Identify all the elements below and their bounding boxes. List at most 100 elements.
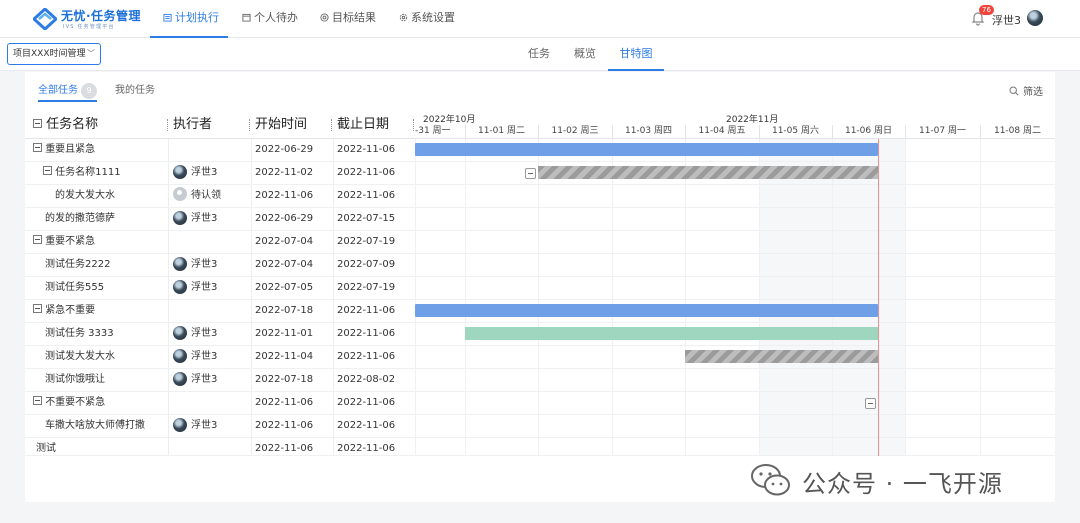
app-logo[interactable]: 无忧·任务管理 IVS 任务管理平台 bbox=[33, 6, 151, 32]
table-row[interactable]: 紧急不重要 2022-07-18 2022-11-06 bbox=[25, 300, 1055, 323]
task-name-cell: 测试 bbox=[36, 443, 56, 454]
column-resize-handle[interactable] bbox=[331, 119, 332, 131]
collapse-group-icon[interactable] bbox=[33, 143, 42, 152]
nav-target-result[interactable]: 目标结果 bbox=[320, 0, 376, 38]
target-icon bbox=[320, 13, 329, 22]
gantt-bar-group[interactable] bbox=[415, 304, 878, 317]
table-row[interactable]: 测试任务2222 浮世3 2022-07-04 2022-07-09 bbox=[25, 254, 1055, 277]
user-area: 76 浮世3 bbox=[970, 5, 1050, 30]
project-select-value: 项目XXX时间管理 bbox=[13, 49, 86, 59]
end-date-cell: 2022-11-06 bbox=[337, 351, 396, 362]
table-header: 任务名称 执行者 开始时间 截止日期 2022年10月 2022年11月 -31… bbox=[25, 112, 1055, 139]
table-row[interactable]: 测试任务555 浮世3 2022-07-05 2022-07-19 bbox=[25, 277, 1055, 300]
nav-system-settings[interactable]: 系统设置 bbox=[399, 0, 455, 38]
logo-icon bbox=[33, 8, 57, 30]
tab-gantt[interactable]: 甘特图 bbox=[608, 38, 664, 71]
task-name-cell: 测试任务2222 bbox=[45, 259, 111, 270]
owner-cell: 浮世3 bbox=[173, 254, 217, 276]
collapse-subtask-icon[interactable] bbox=[43, 166, 52, 175]
logo-title: 无忧·任务管理 bbox=[61, 9, 142, 23]
avatar bbox=[173, 372, 187, 386]
collapse-all-icon[interactable] bbox=[33, 119, 42, 128]
gantt-collapse-icon[interactable] bbox=[525, 168, 536, 179]
avatar bbox=[173, 280, 187, 294]
watermark-text: 公众号 · 一飞开源 bbox=[802, 470, 1003, 498]
avatar bbox=[173, 257, 187, 271]
gantt-bar-task[interactable] bbox=[538, 166, 878, 179]
gantt-bar-task[interactable] bbox=[465, 327, 878, 340]
start-date-cell: 2022-11-06 bbox=[255, 397, 314, 408]
column-resize-handle[interactable] bbox=[249, 119, 250, 131]
task-name-cell: 任务名称1111 bbox=[43, 162, 121, 184]
project-select[interactable]: 项目XXX时间管理 ﹀ bbox=[7, 43, 101, 65]
gantt-bar-task[interactable] bbox=[685, 350, 878, 363]
collapse-group-icon[interactable] bbox=[33, 396, 42, 405]
table-row[interactable]: 任务名称1111 浮世3 2022-11-02 2022-11-06 bbox=[25, 162, 1055, 185]
avatar bbox=[173, 165, 187, 179]
header-start: 开始时间 bbox=[255, 117, 308, 132]
table-row[interactable]: 测试任务 3333 浮世3 2022-11-01 2022-11-06 bbox=[25, 323, 1055, 346]
owner-cell: 浮世3 bbox=[173, 369, 217, 391]
filter-all-label: 全部任务 bbox=[38, 85, 78, 96]
user-placeholder-icon bbox=[173, 187, 187, 201]
day-label: 11-01 周二 bbox=[477, 126, 525, 136]
table-row[interactable]: 重要且紧急 2022-06-29 2022-11-06 bbox=[25, 139, 1055, 162]
day-divider bbox=[905, 125, 906, 139]
gantt-bar-group[interactable] bbox=[415, 143, 878, 156]
avatar bbox=[173, 349, 187, 363]
day-divider bbox=[759, 125, 760, 139]
end-date-cell: 2022-07-19 bbox=[337, 236, 396, 247]
start-date-cell: 2022-11-01 bbox=[255, 328, 314, 339]
user-name[interactable]: 浮世3 bbox=[992, 12, 1021, 28]
table-row[interactable]: 测试你饿哦让 浮世3 2022-07-18 2022-08-02 bbox=[25, 369, 1055, 392]
start-date-cell: 2022-11-06 bbox=[255, 420, 314, 431]
owner-cell: 浮世3 bbox=[173, 346, 217, 368]
user-avatar[interactable] bbox=[1027, 10, 1043, 26]
filter-button[interactable]: 筛选 bbox=[1009, 83, 1043, 98]
gantt-collapse-icon[interactable] bbox=[865, 398, 876, 409]
nav-label: 目标结果 bbox=[332, 11, 376, 24]
collapse-group-icon[interactable] bbox=[33, 304, 42, 313]
tab-tasks[interactable]: 任务 bbox=[522, 38, 556, 71]
task-name-cell: 测试发大发大水 bbox=[45, 351, 115, 362]
table-row[interactable]: 测试 2022-11-06 2022-11-06 bbox=[25, 438, 1055, 456]
task-count-badge: 9 bbox=[81, 83, 97, 99]
column-resize-handle[interactable] bbox=[167, 119, 168, 131]
table-row[interactable]: 的发的撒范德萨 浮世3 2022-06-29 2022-07-15 bbox=[25, 208, 1055, 231]
day-divider bbox=[538, 125, 539, 139]
day-divider bbox=[980, 125, 981, 139]
nav-label: 计划执行 bbox=[175, 11, 219, 24]
owner-cell: 浮世3 bbox=[173, 323, 217, 345]
avatar bbox=[173, 211, 187, 225]
nav-personal-todo[interactable]: 个人待办 bbox=[242, 0, 298, 38]
task-name-cell: 的发大发大水 bbox=[55, 190, 115, 201]
end-date-cell: 2022-11-06 bbox=[337, 443, 396, 454]
header-owner: 执行者 bbox=[173, 117, 213, 132]
nav-label: 系统设置 bbox=[411, 11, 455, 24]
table-row[interactable]: 的发大发大水 待认领 2022-11-06 2022-11-06 bbox=[25, 185, 1055, 208]
start-date-cell: 2022-07-18 bbox=[255, 305, 314, 316]
table-row[interactable]: 重要不紧急 2022-07-04 2022-07-19 bbox=[25, 231, 1055, 254]
filter-all-tasks[interactable]: 全部任务 9 bbox=[38, 82, 97, 102]
filter-my-tasks[interactable]: 我的任务 bbox=[115, 82, 155, 102]
start-date-cell: 2022-07-04 bbox=[255, 236, 314, 247]
end-date-cell: 2022-08-02 bbox=[337, 374, 396, 385]
task-name-cell: 测试你饿哦让 bbox=[45, 374, 105, 385]
task-name-cell: 的发的撒范德萨 bbox=[45, 213, 115, 224]
table-row[interactable]: 不重要不紧急 2022-11-06 2022-11-06 bbox=[25, 392, 1055, 415]
day-divider bbox=[832, 125, 833, 139]
nav-plan-execution[interactable]: 计划执行 bbox=[150, 0, 228, 38]
day-label: -31 周一 bbox=[415, 126, 451, 136]
table-row[interactable]: 车撒大啥放大师傅打撒 浮世3 2022-11-06 2022-11-06 bbox=[25, 415, 1055, 438]
header-end: 截止日期 bbox=[337, 117, 390, 132]
table-row[interactable]: 测试发大发大水 浮世3 2022-11-04 2022-11-06 bbox=[25, 346, 1055, 369]
start-date-cell: 2022-07-04 bbox=[255, 259, 314, 270]
day-label: 11-03 周四 bbox=[624, 126, 672, 136]
tab-overview[interactable]: 概览 bbox=[568, 38, 602, 71]
start-date-cell: 2022-06-29 bbox=[255, 213, 314, 224]
owner-cell: 浮世3 bbox=[173, 208, 217, 230]
column-resize-handle[interactable] bbox=[413, 119, 414, 131]
chevron-down-icon: ﹀ bbox=[87, 49, 95, 58]
calendar-icon bbox=[242, 13, 251, 22]
collapse-group-icon[interactable] bbox=[33, 235, 42, 244]
